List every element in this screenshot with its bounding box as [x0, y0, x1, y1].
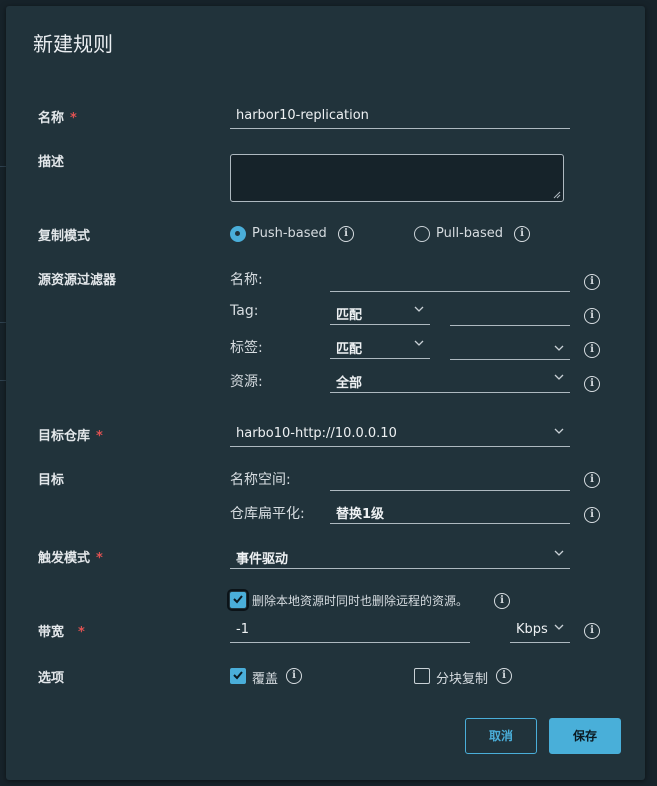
labels-match-select[interactable]: 匹配 [330, 333, 430, 359]
info-icon[interactable]: i [496, 668, 512, 684]
flatten-select[interactable]: 替换1级 [330, 498, 570, 524]
info-icon[interactable]: i [584, 308, 600, 324]
filter-name-input[interactable] [330, 266, 570, 292]
push-based-radio[interactable] [230, 226, 246, 242]
required-mark: * [78, 625, 85, 640]
chevron-down-icon [554, 622, 564, 632]
chevron-down-icon [554, 426, 564, 436]
tag-value-input[interactable] [450, 300, 570, 326]
target-registry-label-text: 目标仓库 [38, 429, 91, 444]
info-icon[interactable]: i [286, 668, 302, 684]
name-input[interactable]: harbor10-replication [230, 103, 570, 129]
new-rule-dialog: 新建规则 名称 * harbor10-replication 描述 复制模式 Pu… [6, 6, 645, 780]
bandwidth-label-text: 带宽 [38, 625, 65, 640]
save-button[interactable]: 保存 [549, 718, 621, 754]
target-registry-label: 目标仓库 * [38, 425, 103, 444]
trigger-label: 触发模式 * [38, 547, 103, 566]
tag-match-select[interactable]: 匹配 [330, 299, 430, 325]
bandwidth-unit-value: Kbps [516, 622, 548, 637]
required-mark: * [96, 551, 103, 566]
info-icon[interactable]: i [584, 507, 600, 523]
push-based-label[interactable]: Push-based [252, 226, 327, 241]
namespace-input[interactable] [330, 465, 570, 491]
info-icon[interactable]: i [584, 376, 600, 392]
chevron-down-icon [554, 343, 564, 353]
chevron-down-icon [414, 304, 424, 314]
flatten-label: 仓库扁平化: [230, 506, 305, 522]
pull-based-label[interactable]: Pull-based [436, 226, 503, 241]
override-checkbox[interactable] [230, 668, 246, 684]
bandwidth-unit-select[interactable]: Kbps [510, 617, 570, 643]
filter-resource-label: 资源: [230, 374, 263, 390]
mode-label: 复制模式 [38, 229, 91, 244]
labels-value-select[interactable] [450, 334, 570, 360]
override-label[interactable]: 覆盖 [252, 668, 278, 687]
description-textarea[interactable] [230, 154, 564, 202]
info-icon[interactable]: i [584, 274, 600, 290]
labels-match-value: 匹配 [336, 342, 363, 357]
trigger-select[interactable]: 事件驱动 [230, 543, 570, 569]
filter-tag-label: Tag: [230, 303, 259, 319]
name-label-text: 名称 [38, 111, 65, 126]
chevron-down-icon [414, 338, 424, 348]
description-label: 描述 [38, 155, 65, 170]
source-filter-label: 源资源过滤器 [38, 273, 117, 288]
required-mark: * [96, 429, 103, 444]
namespace-label: 名称空间: [230, 472, 291, 488]
info-icon[interactable]: i [494, 593, 510, 609]
options-label: 选项 [38, 671, 65, 686]
info-icon[interactable]: i [338, 226, 354, 242]
pull-based-radio[interactable] [414, 226, 430, 242]
trigger-label-text: 触发模式 [38, 551, 91, 566]
check-icon [233, 595, 243, 604]
delete-remote-checkbox[interactable] [227, 589, 249, 611]
name-label: 名称 * [38, 107, 77, 126]
tag-match-value: 匹配 [336, 308, 363, 323]
filter-labels-label: 标签: [230, 340, 263, 356]
dialog-title: 新建规则 [33, 32, 113, 56]
chunk-copy-checkbox[interactable] [414, 668, 430, 684]
target-registry-value: harbo10-http://10.0.0.10 [236, 426, 397, 441]
info-icon[interactable]: i [584, 623, 600, 639]
filter-name-label: 名称: [230, 272, 263, 288]
bandwidth-input[interactable]: -1 [230, 617, 470, 643]
chunk-copy-label[interactable]: 分块复制 [436, 668, 488, 687]
bandwidth-label: 带宽 * [38, 621, 85, 640]
resource-value: 全部 [336, 376, 363, 391]
required-mark: * [70, 111, 77, 126]
info-icon[interactable]: i [584, 472, 600, 488]
info-icon[interactable]: i [514, 226, 530, 242]
delete-remote-label[interactable]: 删除本地资源时同时也删除远程的资源。 [252, 592, 468, 609]
chevron-down-icon [554, 372, 564, 382]
cancel-button[interactable]: 取消 [465, 718, 537, 754]
check-icon [233, 671, 243, 680]
target-label: 目标 [38, 473, 65, 488]
chevron-down-icon [554, 548, 564, 558]
target-registry-select[interactable]: harbo10-http://10.0.0.10 [230, 421, 570, 447]
trigger-value: 事件驱动 [236, 552, 289, 567]
info-icon[interactable]: i [584, 342, 600, 358]
resource-select[interactable]: 全部 [330, 367, 570, 393]
resize-grip-icon[interactable] [553, 191, 561, 199]
